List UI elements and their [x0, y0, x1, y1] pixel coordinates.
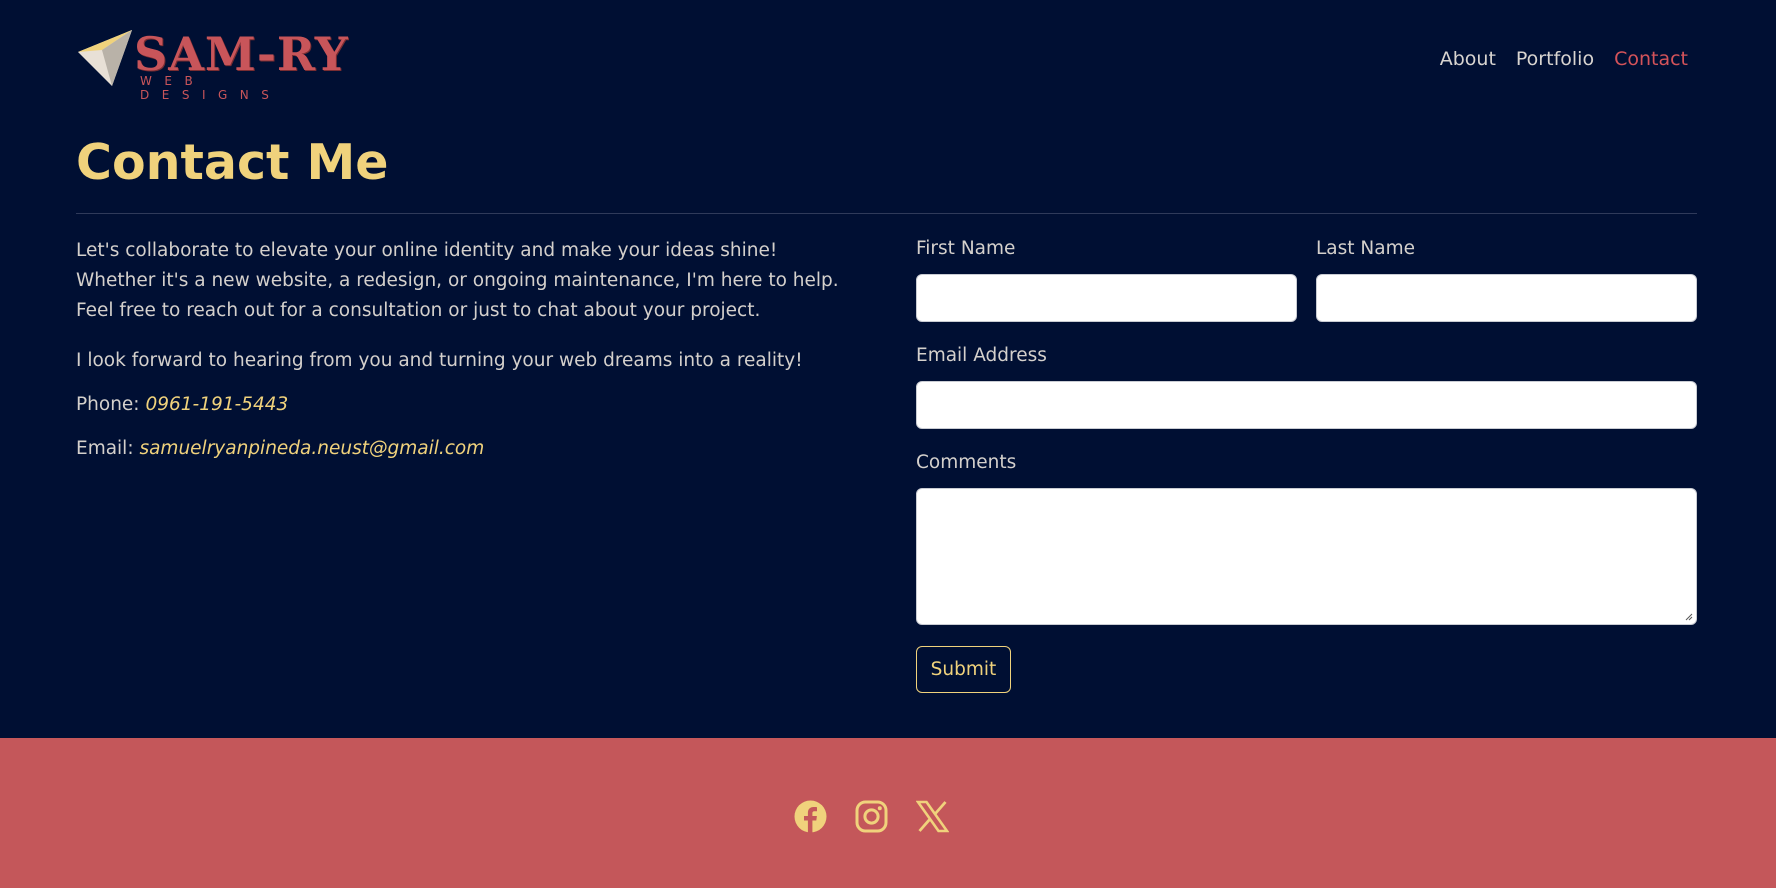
first-name-label: First Name [916, 238, 1016, 259]
logo-tagline: WEB DESIGNS [140, 74, 282, 102]
nav-link-contact[interactable]: Contact [1614, 48, 1688, 70]
intro-text: Let's collaborate to elevate your online… [76, 240, 839, 321]
phone-number-link[interactable]: 0961-191-5443 [145, 394, 288, 415]
email-address-field[interactable] [916, 381, 1697, 429]
paper-plane-icon [78, 30, 132, 86]
social-links [794, 800, 950, 833]
facebook-icon[interactable] [794, 800, 827, 833]
submit-button[interactable]: Submit [916, 646, 1011, 693]
email-line: Email: samuelryanpineda.neust@gmail.com [76, 434, 858, 464]
comments-label: Comments [916, 452, 1017, 473]
email-address-label: Email Address [916, 345, 1047, 366]
email-label: Email: [76, 438, 134, 459]
last-name-field[interactable] [1316, 274, 1697, 322]
site-footer [0, 738, 1776, 888]
site-header: SAM-RY WEB DESIGNS About Portfolio Conta… [0, 0, 1776, 126]
first-name-field[interactable] [916, 274, 1297, 322]
page-title: Contact Me [76, 134, 389, 191]
nav-link-about[interactable]: About [1440, 48, 1496, 70]
phone-label: Phone: [76, 394, 140, 415]
comments-textarea[interactable] [916, 488, 1697, 625]
closing-text: I look forward to hearing from you and t… [76, 350, 803, 371]
email-link[interactable]: samuelryanpineda.neust@gmail.com [139, 438, 484, 459]
last-name-label: Last Name [1316, 238, 1415, 259]
resize-grip-icon[interactable] [1685, 613, 1693, 621]
title-divider [76, 213, 1697, 214]
nav-link-portfolio[interactable]: Portfolio [1516, 48, 1594, 70]
main-nav: About Portfolio Contact [1440, 48, 1688, 70]
site-logo[interactable]: SAM-RY WEB DESIGNS [78, 26, 360, 102]
x-icon[interactable] [915, 800, 950, 833]
contact-info: Let's collaborate to elevate your online… [76, 236, 858, 484]
phone-line: Phone: 0961-191-5443 [76, 390, 858, 420]
instagram-icon[interactable] [855, 800, 888, 833]
